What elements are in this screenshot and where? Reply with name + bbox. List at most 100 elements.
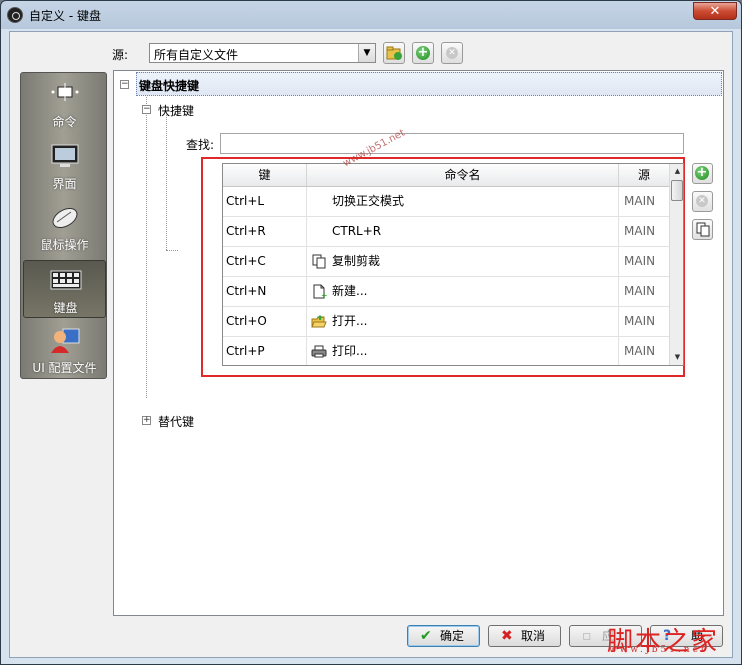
cell-command: 打印... — [307, 337, 619, 365]
scroll-down-icon[interactable]: ▼ — [670, 350, 683, 365]
cell-command: + 新建... — [307, 277, 619, 306]
remove-shortcut-button[interactable]: ✕ — [692, 191, 713, 212]
tree-expand-toggle[interactable]: + — [142, 416, 151, 425]
table-row[interactable]: Ctrl+N + 新建... MAIN — [223, 277, 669, 307]
add-icon: + — [416, 45, 430, 60]
vertical-scrollbar[interactable]: ▲ ▼ — [669, 164, 683, 365]
add-icon: + — [695, 165, 709, 180]
command-name: CTRL+R — [332, 224, 382, 238]
watermark-url: www.jb51.net — [609, 645, 708, 655]
category-ui-profile[interactable]: UI 配置文件 — [23, 321, 106, 379]
cell-command: CTRL+R — [307, 217, 619, 246]
printer-icon — [311, 345, 327, 358]
user-profile-icon — [51, 328, 80, 353]
scroll-thumb[interactable] — [671, 180, 683, 201]
tree-node-label: 快捷键 — [158, 104, 195, 118]
cell-command: 复制剪裁 — [307, 247, 619, 276]
add-shortcut-button[interactable]: + — [692, 163, 713, 184]
shortcut-grid: 键 命令名 源 Ctrl+L 切换正交模式 MAIN Ctrl+R CTRL+R… — [222, 163, 684, 366]
load-file-button[interactable] — [383, 42, 405, 64]
cell-command: 切换正交模式 — [307, 187, 619, 216]
remove-file-button[interactable]: ✕ — [441, 42, 463, 64]
tree-node-label: 键盘快捷键 — [139, 79, 200, 93]
tree-node-label: 替代键 — [158, 415, 195, 429]
copy-icon — [312, 254, 326, 269]
cell-source: MAIN — [624, 194, 656, 208]
tree-node-shortcuts[interactable]: 快捷键 — [158, 102, 194, 119]
category-interface[interactable]: 界面 — [23, 137, 106, 195]
cell-command: 打开... — [307, 307, 619, 336]
command-name: 打印... — [332, 344, 368, 358]
command-name: 复制剪裁 — [332, 254, 381, 268]
monitor-icon — [51, 144, 79, 167]
close-button[interactable]: ✕ — [693, 2, 737, 20]
folder-load-icon — [386, 46, 402, 60]
category-label: 命令 — [52, 115, 77, 129]
cancel-button[interactable]: ✖ 取消 — [488, 625, 561, 647]
category-command[interactable]: 命令 — [23, 75, 106, 133]
cell-key: Ctrl+C — [223, 247, 307, 276]
category-label: 鼠标操作 — [40, 238, 89, 252]
table-row[interactable]: Ctrl+O 打开... MAIN — [223, 307, 669, 337]
source-value: 所有自定义文件 — [154, 48, 239, 62]
category-mouse[interactable]: 鼠标操作 — [23, 198, 106, 256]
keyboard-icon — [50, 270, 82, 290]
cancel-label: 取消 — [521, 629, 546, 643]
cell-source: MAIN — [624, 254, 656, 268]
column-header-source[interactable]: 源 — [619, 164, 669, 186]
ok-button[interactable]: ✔ 确定 — [407, 625, 480, 647]
cell-source: MAIN — [624, 344, 656, 358]
keyboard-tree-panel: − 键盘快捷键 − 快捷键 查找: 键 命令名 源 Ctrl+L 切换正交模式 … — [113, 70, 724, 616]
app-icon — [7, 7, 23, 23]
grid-header: 键 命令名 源 — [223, 164, 669, 187]
site-watermark: 脚本之家 www.jb51.net — [607, 621, 719, 658]
source-select[interactable]: 所有自定义文件 ▼ — [149, 43, 376, 63]
tree-collapse-toggle[interactable]: − — [120, 80, 129, 89]
cell-key: Ctrl+L — [223, 187, 307, 216]
tree-guide — [146, 93, 147, 398]
cell-key: Ctrl+R — [223, 217, 307, 246]
find-label: 查找: — [186, 138, 215, 152]
add-file-button[interactable]: + — [412, 42, 434, 64]
chevron-down-icon[interactable]: ▼ — [358, 44, 375, 62]
command-name: 新建... — [332, 284, 368, 298]
cell-key: Ctrl+O — [223, 307, 307, 336]
find-input[interactable] — [220, 133, 684, 154]
category-panel: 命令 界面 鼠标操作 键盘 UI 配置文件 — [20, 72, 107, 379]
copy-icon — [696, 222, 710, 237]
category-label: 键盘 — [53, 301, 78, 315]
table-row[interactable]: Ctrl+C 复制剪裁 MAIN — [223, 247, 669, 277]
tree-collapse-toggle[interactable]: − — [142, 105, 151, 114]
command-icon — [51, 83, 79, 101]
cell-source: MAIN — [624, 314, 656, 328]
tree-guide — [166, 250, 178, 251]
table-row[interactable]: Ctrl+L 切换正交模式 MAIN — [223, 187, 669, 217]
apply-icon: ▫ — [582, 628, 592, 644]
svg-text:+: + — [321, 291, 327, 299]
tree-guide — [166, 115, 167, 250]
tree-node-alternates[interactable]: 替代键 — [158, 413, 194, 430]
category-label: UI 配置文件 — [32, 361, 97, 375]
column-header-command[interactable]: 命令名 — [307, 164, 619, 186]
table-row[interactable]: Ctrl+P 打印... MAIN — [223, 337, 669, 365]
cell-source: MAIN — [624, 284, 656, 298]
dialog-client: 源: 所有自定义文件 ▼ + ✕ 命令 界面 鼠标操作 键盘 UI 配置文件 −… — [9, 31, 733, 658]
remove-icon: ✕ — [446, 47, 458, 59]
command-name: 打开... — [332, 314, 368, 328]
source-label: 源: — [112, 48, 129, 62]
scroll-up-icon[interactable]: ▲ — [670, 164, 683, 179]
customize-dialog: 自定义 - 键盘 ✕ 源: 所有自定义文件 ▼ + ✕ 命令 界面 鼠标操作 键… — [0, 0, 742, 665]
cell-source: MAIN — [624, 224, 656, 238]
new-file-icon: + — [313, 284, 327, 299]
copy-shortcut-button[interactable] — [692, 219, 713, 240]
ok-label: 确定 — [440, 629, 465, 643]
tree-node-keyboard-shortcuts[interactable]: 键盘快捷键 — [136, 72, 722, 96]
checkmark-icon: ✔ — [420, 628, 432, 644]
cell-key: Ctrl+P — [223, 337, 307, 365]
category-keyboard[interactable]: 键盘 — [23, 260, 106, 318]
title-bar: 自定义 - 键盘 ✕ — [1, 1, 741, 29]
table-row[interactable]: Ctrl+R CTRL+R MAIN — [223, 217, 669, 247]
remove-icon: ✕ — [696, 195, 708, 207]
category-label: 界面 — [52, 177, 77, 191]
column-header-key[interactable]: 键 — [223, 164, 307, 186]
